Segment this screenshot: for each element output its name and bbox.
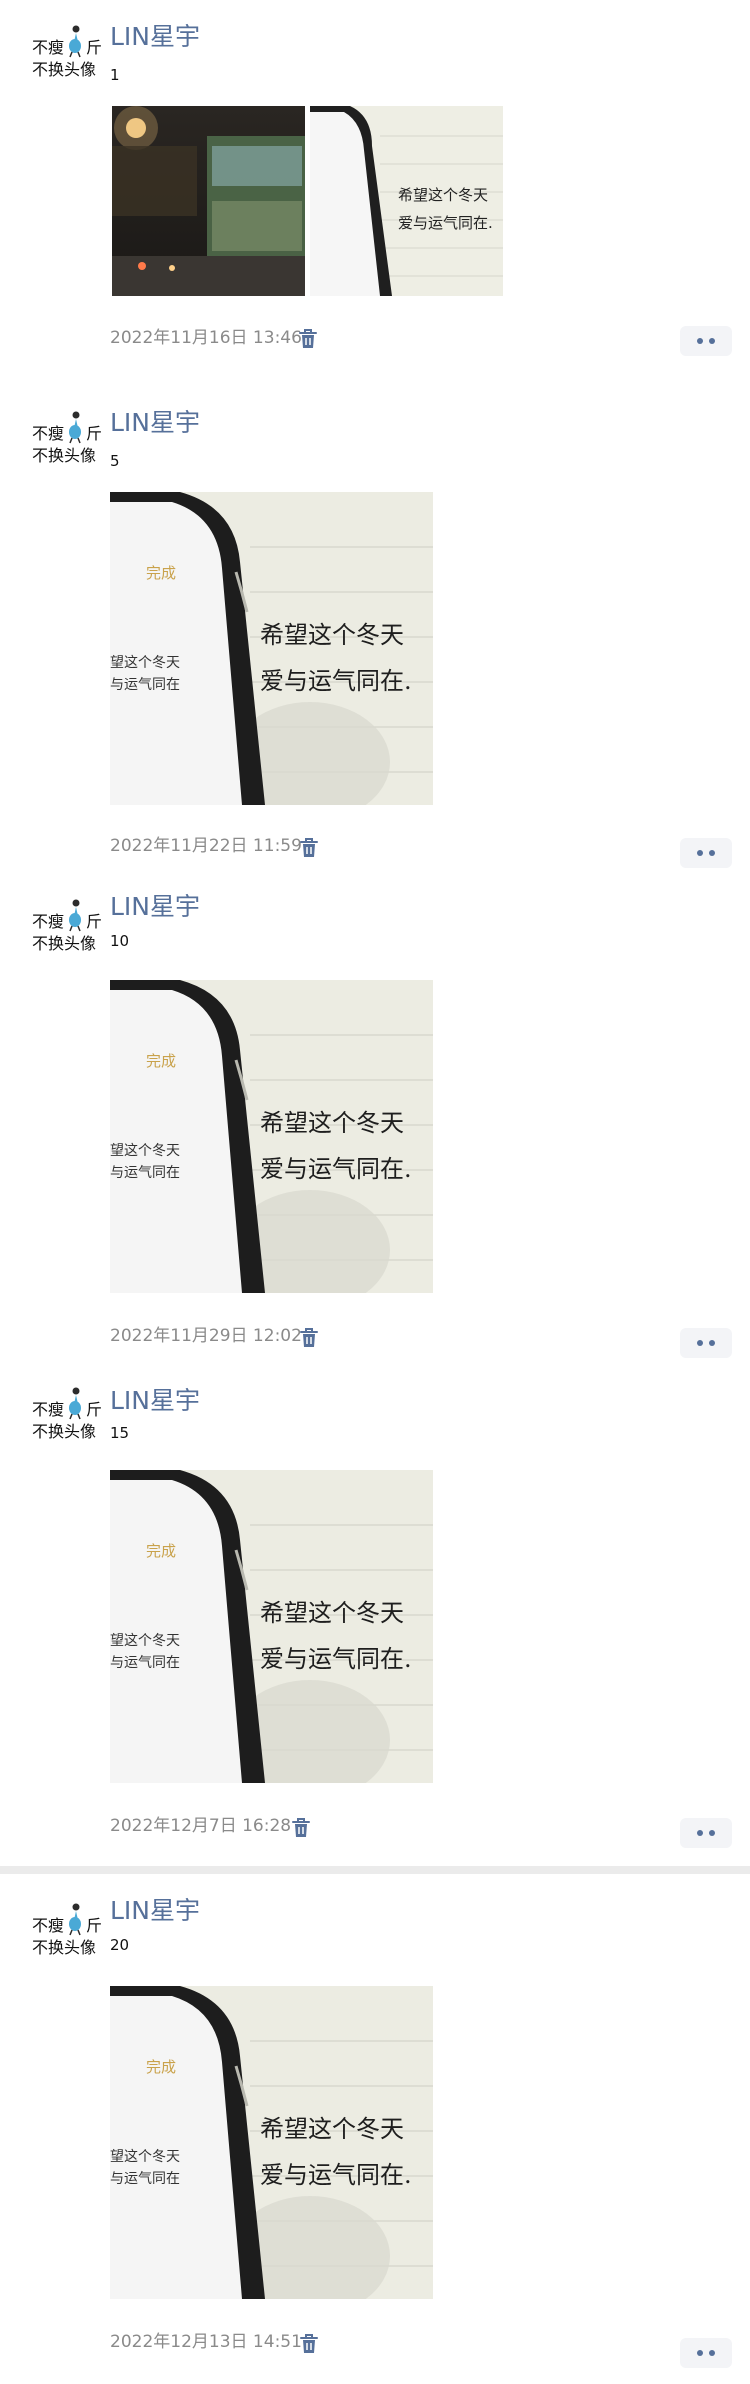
more-button[interactable] [680,2338,732,2368]
phone-text: 望这个冬天 与运气同在 [110,1633,180,1671]
phone-status: 完成 [146,1542,177,1560]
post-text: 20 [110,1936,130,1954]
more-button[interactable] [680,326,732,356]
figure-icon [69,1903,81,1936]
figure-icon [69,1387,81,1420]
trash-icon[interactable] [290,1816,312,1840]
trash-icon[interactable] [298,1326,320,1350]
more-dot [697,1830,703,1836]
note-handwriting: 希望这个冬天 爱与运气同在. [398,186,493,232]
avatar[interactable]: 不瘦斤 不换头像 [28,1386,102,1444]
moment-post: 不瘦斤 不换头像 LIN星宇 15 完成 望这个冬天 与运气同在 希望这个冬天 … [0,1386,750,1848]
more-dot [709,850,715,856]
post-text: 15 [110,1424,130,1442]
phone-status: 完成 [146,2058,177,2076]
phone-text: 望这个冬天 与运气同在 [110,2149,180,2187]
moment-post: 不瘦斤 不换头像 LIN星宇 10 完成 望这个冬天 与运气同在 希望这个冬天 … [0,892,750,1358]
username[interactable]: LIN星宇 [110,22,200,52]
timestamp: 2022年11月29日 12:02 [110,1326,302,1346]
username[interactable]: LIN星宇 [110,1386,200,1416]
username[interactable]: LIN星宇 [110,408,200,438]
avatar[interactable]: 不瘦斤 不换头像 [28,410,102,468]
more-dot [697,850,703,856]
avatar[interactable]: 不瘦斤 不换头像 [28,898,102,956]
photo-phone-notebook[interactable]: 完成 望这个冬天 与运气同在 希望这个冬天 爱与运气同在. [110,1986,433,2299]
post-text: 1 [110,66,120,84]
more-button[interactable] [680,1328,732,1358]
more-dot [697,1340,703,1346]
more-dot [709,1340,715,1346]
note-handwriting: 希望这个冬天 爱与运气同在. [260,621,412,695]
photo-night-bus[interactable] [112,106,305,296]
figure-icon [69,25,81,58]
trash-icon[interactable] [298,836,320,860]
more-dot [709,2350,715,2356]
avatar[interactable]: 不瘦斤 不换头像 [28,24,102,82]
username[interactable]: LIN星宇 [110,892,200,922]
note-handwriting: 希望这个冬天 爱与运气同在. [260,1109,412,1183]
post-text: 5 [110,452,120,470]
avatar[interactable]: 不瘦斤 不换头像 [28,1902,102,1960]
avatar-text-line2: 不换头像 [32,1422,97,1441]
more-button[interactable] [680,838,732,868]
moment-post: 不瘦斤 不换头像 LIN星宇 1 希望这个冬天 爱与运气同在. 2022年11月… [0,22,750,362]
avatar-text-line2: 不换头像 [32,1938,97,1957]
figure-icon [69,899,81,932]
photo-phone-notebook[interactable]: 完成 望这个冬天 与运气同在 希望这个冬天 爱与运气同在. [110,1470,433,1783]
timestamp: 2022年11月22日 11:59 [110,836,302,856]
moment-post: 不瘦斤 不换头像 LIN星宇 5 完成 望这个冬天 与运气同在 希望这个冬天 爱… [0,408,750,868]
more-button[interactable] [680,1818,732,1848]
note-handwriting: 希望这个冬天 爱与运气同在. [260,2115,412,2189]
figure-icon [69,411,81,444]
avatar-text-line2: 不换头像 [32,446,97,465]
more-dot [697,2350,703,2356]
username[interactable]: LIN星宇 [110,1896,200,1926]
section-divider [0,1866,750,1874]
more-dot [697,338,703,344]
moment-post: 不瘦斤 不换头像 LIN星宇 20 完成 望这个冬天 与运气同在 希望这个冬天 … [0,1896,750,2384]
phone-status: 完成 [146,1052,177,1070]
timestamp: 2022年12月13日 14:51 [110,2332,302,2352]
trash-icon[interactable] [297,327,319,351]
post-text: 10 [110,932,130,950]
phone-text: 望这个冬天 与运气同在 [110,655,180,693]
phone-status: 完成 [146,564,177,582]
more-dot [709,1830,715,1836]
photo-phone-notebook[interactable]: 完成 望这个冬天 与运气同在 希望这个冬天 爱与运气同在. [110,980,433,1293]
phone-text: 望这个冬天 与运气同在 [110,1143,180,1181]
timestamp: 2022年12月7日 16:28 [110,1816,292,1836]
trash-icon[interactable] [298,2332,320,2356]
avatar-text-line2: 不换头像 [32,934,97,953]
more-dot [709,338,715,344]
avatar-text-line2: 不换头像 [32,60,97,79]
note-handwriting: 希望这个冬天 爱与运气同在. [260,1599,412,1673]
photo-phone-notebook[interactable]: 完成 望这个冬天 与运气同在 希望这个冬天 爱与运气同在. [110,492,433,805]
photo-phone-notebook[interactable]: 希望这个冬天 爱与运气同在. [310,106,503,296]
timestamp: 2022年11月16日 13:46 [110,328,302,348]
